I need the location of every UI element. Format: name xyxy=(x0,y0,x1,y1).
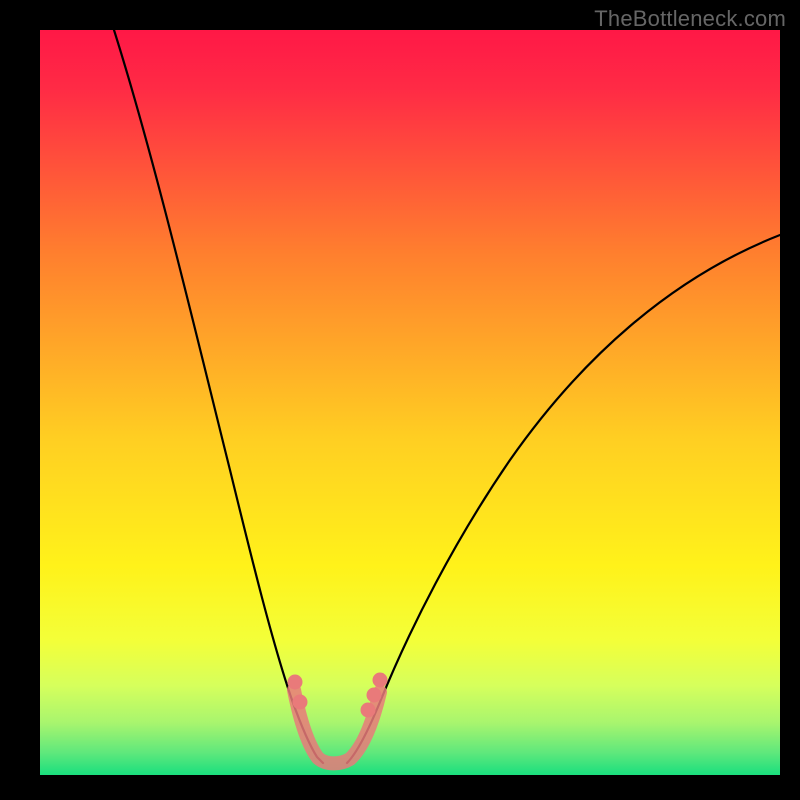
chart-frame: { "watermark": "TheBottleneck.com", "col… xyxy=(0,0,800,800)
marker-dot-right-3 xyxy=(373,673,388,688)
plot-background xyxy=(40,30,780,775)
marker-dot-right-2 xyxy=(367,688,382,703)
watermark-text: TheBottleneck.com xyxy=(594,6,786,32)
marker-dot-right-1 xyxy=(361,703,376,718)
marker-dot-left-1 xyxy=(288,675,303,690)
marker-dot-left-2 xyxy=(293,695,308,710)
chart-svg xyxy=(40,30,780,775)
